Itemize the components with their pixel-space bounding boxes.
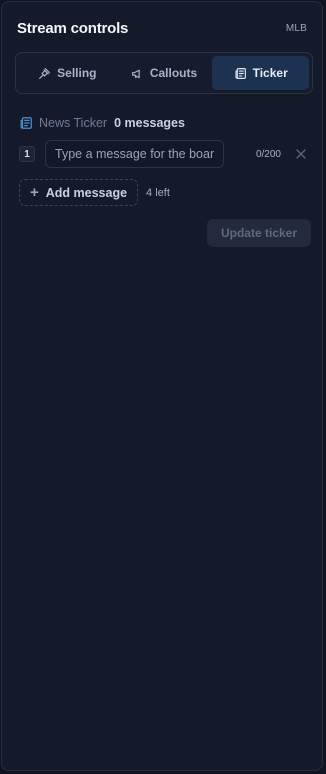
section-label: News Ticker <box>39 116 108 130</box>
add-message-label: Add message <box>45 185 128 200</box>
panel-title: Stream controls <box>17 20 129 37</box>
remaining-count: 4 left <box>146 186 170 199</box>
message-count: 0 messages <box>114 116 185 130</box>
tab-callouts-label: Callouts <box>149 66 198 80</box>
remove-message-button[interactable] <box>295 148 307 160</box>
stream-controls-panel: Stream controls MLB Selling Callouts Tic… <box>1 1 323 771</box>
gavel-icon <box>39 67 51 79</box>
newspaper-icon <box>235 67 246 79</box>
close-icon <box>296 149 306 159</box>
add-message-row: + Add message 4 left <box>19 179 170 206</box>
tab-selling-label: Selling <box>57 66 97 80</box>
league-badge: MLB <box>285 23 307 34</box>
tab-bar: Selling Callouts Ticker <box>15 52 313 94</box>
plus-icon: + <box>30 184 39 201</box>
char-counter: 0/200 <box>255 148 281 160</box>
megaphone-icon <box>131 69 140 78</box>
message-input[interactable] <box>45 140 224 168</box>
newspaper-icon <box>20 117 32 129</box>
message-index-badge: 1 <box>19 146 35 162</box>
ticker-section-header: News Ticker 0 messages <box>19 116 185 130</box>
panel-header: Stream controls MLB <box>17 20 307 37</box>
add-message-button[interactable]: + Add message <box>19 179 139 206</box>
tab-ticker[interactable]: Ticker <box>212 56 310 90</box>
tab-callouts[interactable]: Callouts <box>116 56 213 90</box>
tab-selling[interactable]: Selling <box>19 56 116 90</box>
tab-ticker-label: Ticker <box>252 66 288 80</box>
message-row: 1 0/200 <box>19 140 311 168</box>
update-ticker-button[interactable]: Update ticker <box>207 219 311 247</box>
